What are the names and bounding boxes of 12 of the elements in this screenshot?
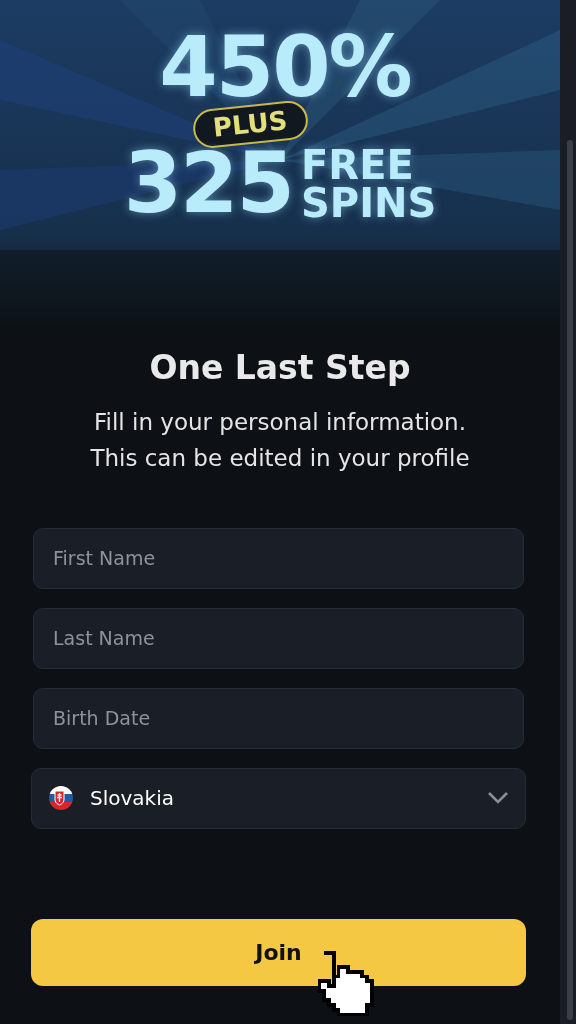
scrollbar[interactable] — [560, 0, 576, 1024]
country-value: Slovakia — [90, 785, 174, 813]
spins-count: 325 — [123, 148, 293, 220]
page-title: One Last Step — [149, 348, 411, 388]
input-field[interactable]: Birth Date — [33, 687, 524, 749]
chevron-down-icon — [487, 791, 509, 806]
subtitle: Fill in your personal information. This can be edited in your profile — [90, 407, 470, 473]
slovakia-flag-icon — [48, 785, 74, 812]
input-field[interactable]: Last Name — [33, 607, 524, 669]
input-field[interactable]: First Name — [33, 527, 524, 589]
join-button[interactable]: Join — [31, 918, 526, 986]
country-select[interactable]: Slovakia — [31, 767, 526, 829]
